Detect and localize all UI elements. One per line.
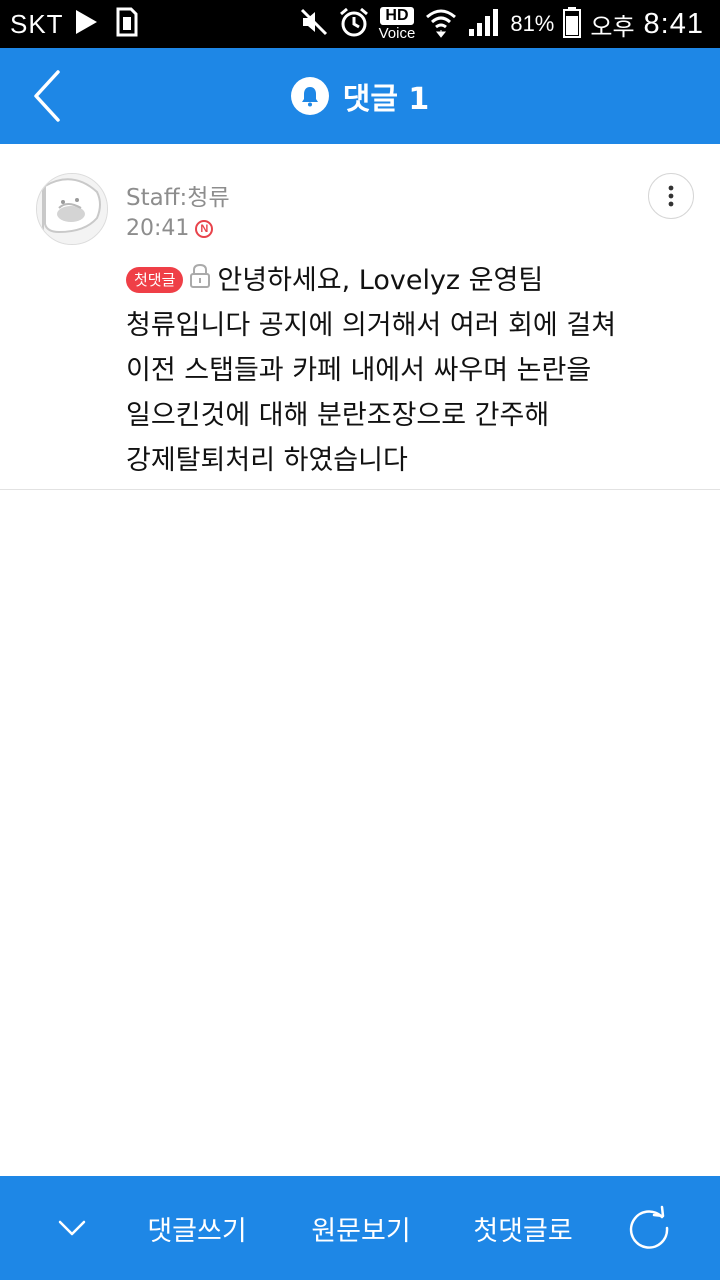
hd-label: HD	[380, 7, 414, 25]
clock-time: 8:41	[643, 7, 704, 40]
view-original-button[interactable]: 원문보기	[294, 1176, 428, 1280]
alarm-icon	[338, 6, 370, 42]
scroll-down-button[interactable]	[40, 1176, 104, 1280]
signal-icon	[467, 7, 501, 41]
comment-text-line-4: 일으킨것에 대해 분란조장으로 간주해	[126, 400, 550, 431]
battery-percent: 81%	[510, 11, 555, 36]
comment-text-line-3: 이전 스탭들과 카페 내에서 싸우며 논란을	[126, 355, 592, 386]
comment-body: 첫댓글 안녕하세요, Lovelyz 운영팀 청류입니다 공지에 의거해서 여러 …	[126, 258, 626, 483]
battery-icon	[563, 6, 582, 42]
page-title: 댓글 1	[342, 82, 430, 117]
comment-text-line-5: 강제탈퇴처리 하였습니다	[126, 445, 408, 476]
refresh-button[interactable]	[620, 1176, 678, 1280]
carrier-label: SKT	[10, 8, 64, 39]
ampm-label: 오후	[590, 12, 635, 41]
bell-icon	[290, 77, 329, 115]
sim-icon	[116, 7, 138, 41]
first-comment-badge: 첫댓글	[126, 267, 184, 293]
lock-icon	[189, 258, 211, 303]
bottom-bar: 댓글쓰기 원문보기 첫댓글로	[0, 1176, 720, 1280]
avatar-image	[37, 174, 107, 244]
comment-line: 첫댓글 안녕하세요, Lovelyz 운영팀	[126, 258, 626, 303]
write-comment-button[interactable]: 댓글쓰기	[130, 1176, 264, 1280]
comment-text-line-1: 안녕하세요, Lovelyz 운영팀	[217, 265, 544, 296]
play-icon	[74, 9, 98, 39]
top-bar: 댓글 1	[0, 48, 720, 144]
more-vertical-icon	[668, 185, 674, 207]
new-badge: N	[195, 219, 214, 238]
refresh-icon	[629, 1205, 669, 1249]
wifi-icon	[424, 6, 458, 42]
comment-meta: 20:41 N	[126, 216, 214, 241]
comment-text-line-2: 청류입니다 공지에 의거해서 여러 회에 걸쳐	[126, 310, 617, 341]
comment-time: 20:41	[126, 216, 190, 241]
status-bar: SKT HD Voice 81% 오후 8:41	[0, 0, 720, 48]
comment-item: Staff:청류 20:41 N 첫댓글 안녕하세요, Lovelyz 운영팀 청…	[0, 144, 720, 490]
more-options-button[interactable]	[648, 173, 694, 219]
voice-label: Voice	[378, 25, 416, 42]
header-title-group: 댓글 1	[0, 48, 720, 144]
hd-voice-indicator: HD Voice	[378, 7, 416, 42]
chevron-down-icon	[58, 1220, 86, 1236]
avatar[interactable]	[36, 173, 108, 245]
comment-author[interactable]: Staff:청류	[126, 178, 230, 212]
first-comment-button[interactable]: 첫댓글로	[456, 1176, 590, 1280]
mute-icon	[299, 7, 329, 41]
